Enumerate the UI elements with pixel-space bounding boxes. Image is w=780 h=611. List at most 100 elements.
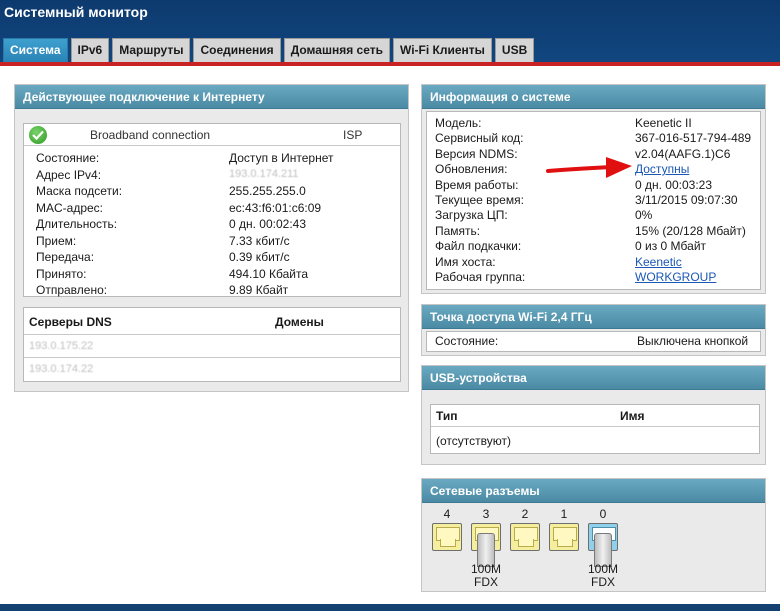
dns-server-1: 193.0.175.22: [29, 340, 94, 352]
tab-wifi-clients[interactable]: Wi-Fi Клиенты: [392, 38, 492, 62]
sysinfo-row-value: 3/11/2015 09:07:30: [635, 193, 738, 207]
divider: [24, 145, 400, 146]
ports-panel: Сетевые разъемы 4 3 100M FDX 2 1 0 100M FDX: [421, 478, 766, 592]
sysinfo-row: Имя хоста: Keenetic: [435, 255, 760, 269]
sysinfo-row-label: Файл подкачки:: [435, 239, 522, 254]
sysinfo-row-value: 367-016-517-794-489: [635, 131, 752, 146]
dns-box: Серверы DNS Домены 193.0.175.22 193.0.17…: [23, 307, 401, 382]
tab-home-network[interactable]: Домашняя сеть: [283, 38, 390, 62]
divider: [24, 357, 400, 358]
sysinfo-row-label: Рабочая группа:: [435, 270, 526, 284]
port-number: 4: [443, 507, 451, 521]
usb-empty: (отсутствуют): [436, 434, 511, 448]
internet-row-label: MAC-адрес:: [36, 200, 104, 215]
check-icon: [29, 126, 47, 144]
internet-panel: Действующее подключение к Интернету Broa…: [14, 84, 409, 392]
sysinfo-row-label: Сервисный код:: [435, 131, 524, 146]
internet-row-value: 9.89 Кбайт: [229, 283, 289, 297]
port-duplex: FDX: [474, 575, 498, 589]
internet-row-value: ec:43:f6:01:c6:09: [229, 200, 322, 215]
red-arrow-annotation: [546, 157, 632, 178]
workgroup-link[interactable]: WORKGROUP: [635, 270, 716, 284]
internet-row-label: Передача:: [36, 250, 95, 264]
ethernet-port-icon: [549, 523, 579, 551]
internet-row-label: Маска подсети:: [36, 184, 123, 198]
internet-row-label: Принято:: [36, 266, 87, 281]
dns-server-2: 193.0.174.22: [29, 363, 94, 375]
ethernet-port-icon: [432, 523, 462, 551]
sysinfo-row: Текущее время: 3/11/2015 09:07:30: [435, 193, 760, 207]
internet-row-value: 0.39 кбит/с: [229, 250, 290, 264]
sysinfo-row-value: 0 дн. 00:03:23: [635, 177, 713, 192]
internet-row: Длительность: 0 дн. 00:02:43: [36, 217, 396, 231]
tab-system[interactable]: Система: [3, 38, 68, 62]
sysinfo-row: Рабочая группа: WORKGROUP: [435, 270, 760, 284]
internet-row-value: 7.33 кбит/с: [229, 233, 290, 248]
sysinfo-panel-title: Информация о системе: [422, 85, 765, 109]
internet-row-value: 0 дн. 00:02:43: [229, 217, 307, 231]
sysinfo-row-label: Загрузка ЦП:: [435, 208, 508, 223]
internet-panel-title: Действующее подключение к Интернету: [15, 85, 408, 109]
internet-row-value: 255.255.255.0: [229, 184, 306, 198]
internet-row: Принято: 494.10 Кбайта: [36, 267, 396, 281]
internet-row-label: Отправлено:: [36, 283, 108, 297]
internet-row-label: Длительность:: [36, 217, 118, 231]
internet-row: Отправлено: 9.89 Кбайт: [36, 283, 396, 297]
divider: [24, 334, 400, 335]
updates-link[interactable]: Доступны: [635, 162, 689, 176]
internet-row: Передача: 0.39 кбит/с: [36, 250, 396, 264]
internet-row: Маска подсети: 255.255.255.0: [36, 184, 396, 198]
sysinfo-row: Сервисный код: 367-016-517-794-489: [435, 131, 760, 145]
sysinfo-row-value: 0%: [635, 208, 653, 223]
wifi-panel: Точка доступа Wi-Fi 2,4 ГГц Состояние: В…: [421, 304, 766, 356]
connection-type: ISP: [343, 128, 363, 142]
internet-row-value: Доступ в Интернет: [229, 151, 334, 165]
sysinfo-row-label: Время работы:: [435, 177, 519, 192]
sysinfo-row: Файл подкачки: 0 из 0 Мбайт: [435, 239, 760, 253]
wifi-state-label: Состояние:: [435, 334, 499, 348]
sysinfo-row: Модель: Keenetic II: [435, 116, 760, 130]
port-duplex: FDX: [591, 575, 615, 589]
hostname-link[interactable]: Keenetic: [635, 255, 682, 269]
tab-usb[interactable]: USB: [494, 38, 535, 62]
wifi-box: Состояние: Выключена кнопкой: [426, 331, 761, 352]
tab-bar: Система IPv6 Маршруты Соединения Домашня…: [3, 38, 537, 62]
internet-row-value: 494.10 Кбайта: [229, 266, 309, 281]
tab-routes[interactable]: Маршруты: [112, 38, 191, 62]
bottom-bar: [0, 604, 780, 611]
port-number: 2: [521, 507, 529, 521]
sysinfo-panel: Информация о системе Модель: Keenetic II С…: [421, 84, 766, 294]
port-number: 0: [599, 507, 607, 521]
port-number: 1: [560, 507, 568, 521]
sysinfo-row: Память: 15% (20/128 Мбайт): [435, 224, 760, 238]
usb-table: Тип Имя (отсутствуют): [430, 404, 760, 454]
sysinfo-row: Загрузка ЦП: 0%: [435, 208, 760, 222]
sysinfo-row-label: Версия NDMS:: [435, 146, 518, 161]
ethernet-port-icon: [510, 523, 540, 551]
port-number: 3: [482, 507, 490, 521]
sysinfo-row-label: Память:: [435, 223, 481, 238]
app-title: Системный монитор: [4, 4, 148, 20]
internet-row-label: Прием:: [36, 233, 77, 248]
tab-ipv6[interactable]: IPv6: [70, 38, 110, 62]
ports-panel-title: Сетевые разъемы: [422, 479, 765, 503]
internet-row: Адрес IPv4: 193.0.174.211: [36, 168, 396, 182]
tab-connections[interactable]: Соединения: [193, 38, 281, 62]
domains-header: Домены: [275, 315, 324, 329]
connection-box: Broadband connection ISP Состояние: Досту…: [23, 123, 401, 297]
internet-row-value: 193.0.174.211: [229, 167, 299, 180]
sysinfo-row-value: 15% (20/128 Мбайт): [635, 223, 746, 238]
sysinfo-row-label: Текущее время:: [435, 193, 524, 207]
connection-name: Broadband connection: [90, 128, 211, 142]
usb-col-type: Тип: [436, 409, 458, 423]
sysinfo-row-value: v2.04(AAFG.1)C6: [635, 146, 731, 161]
sysinfo-row-label: Обновления:: [435, 162, 508, 177]
dns-header: Серверы DNS: [29, 315, 112, 329]
usb-panel: USB-устройства Тип Имя (отсутствуют): [421, 365, 766, 465]
wifi-state-value: Выключена кнопкой: [637, 334, 749, 348]
divider: [431, 426, 759, 427]
sysinfo-row-value: Keenetic II: [635, 116, 692, 130]
internet-row-label: Адрес IPv4:: [36, 167, 102, 182]
internet-row: MAC-адрес: ec:43:f6:01:c6:09: [36, 201, 396, 215]
internet-row: Состояние: Доступ в Интернет: [36, 151, 396, 165]
